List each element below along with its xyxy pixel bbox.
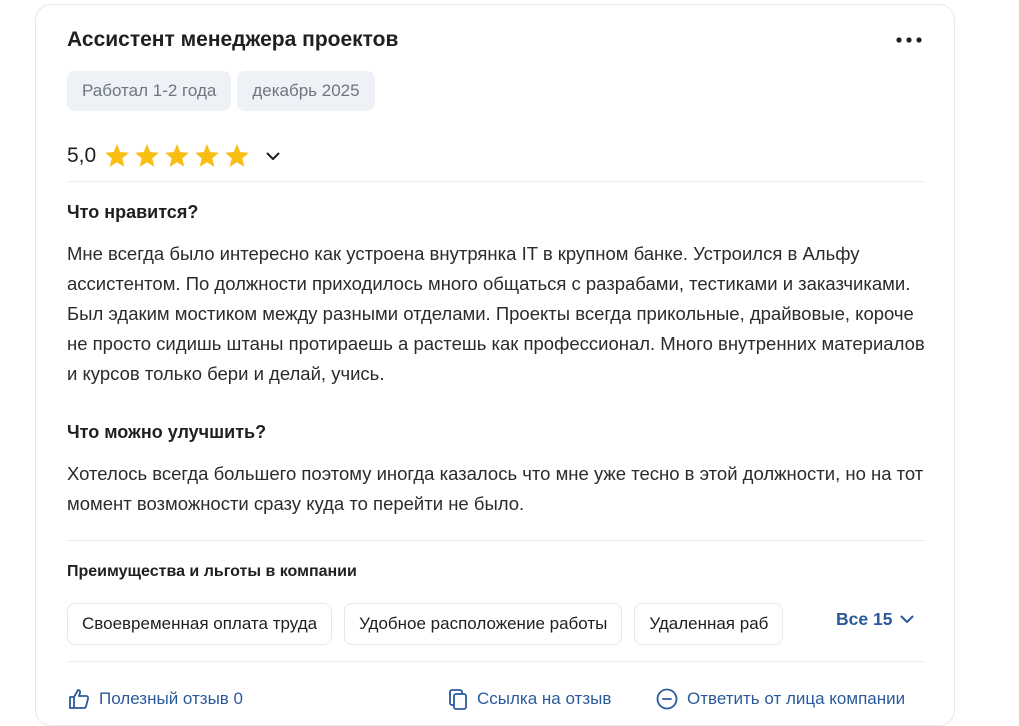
benefit-chip: Своевременная оплата труда	[67, 603, 333, 645]
show-all-label: Все 15	[836, 609, 893, 629]
rating-row: 5,0	[67, 141, 284, 171]
divider	[67, 661, 925, 662]
cons-text: Хотелось всегда большего поэтому иногда …	[67, 463, 924, 514]
star-icon	[195, 144, 220, 167]
star-icon	[135, 144, 160, 167]
chevron-down-icon	[900, 615, 914, 623]
divider	[67, 181, 925, 182]
cons-heading: Что можно улучшить?	[67, 422, 267, 442]
review-meta: Работал 1-2 года декабрь 2025	[67, 71, 375, 111]
benefit-chip: Удобное расположение работы	[344, 603, 623, 645]
pros-text: Мне всегда было интересно как устроена в…	[67, 243, 925, 384]
experience-badge: Работал 1-2 года	[67, 71, 232, 111]
star-icon	[165, 144, 190, 167]
review-actions: Полезный отзыв 0 Ссылка на отзыв Ответит…	[67, 685, 925, 715]
reply-as-company-label: Ответить от лица компании	[687, 689, 906, 708]
link-icon	[449, 689, 467, 710]
star-icon	[225, 144, 250, 167]
useful-review-label: Полезный отзыв 0	[99, 689, 244, 708]
more-dots-icon	[896, 37, 922, 43]
reply-as-company-button[interactable]: Ответить от лица компании	[655, 687, 905, 711]
copy-link-label: Ссылка на отзыв	[477, 689, 612, 708]
benefit-chip: Удаленная раб	[634, 603, 784, 645]
chat-icon	[656, 688, 678, 710]
divider	[67, 540, 925, 541]
thumbs-up-icon	[69, 689, 90, 709]
review-title: Ассистент менеджера проектов	[67, 28, 399, 51]
show-all-benefits-button[interactable]: Все 15	[836, 609, 914, 630]
copy-link-button[interactable]: Ссылка на отзыв	[445, 687, 611, 711]
useful-review-button[interactable]: Полезный отзыв 0	[67, 687, 243, 711]
rating-stars	[102, 141, 252, 171]
rating-details-toggle[interactable]	[262, 145, 284, 167]
date-badge: декабрь 2025	[237, 71, 375, 111]
benefits-list: Своевременная оплата труда Удобное распо…	[67, 603, 827, 645]
star-icon	[105, 144, 130, 167]
benefits-heading: Преимущества и льготы в компании	[67, 563, 357, 580]
pros-heading: Что нравится?	[67, 202, 199, 222]
rating-value: 5,0	[67, 144, 97, 167]
review-card: Ассистент менеджера проектов Работал 1-2…	[35, 4, 955, 726]
more-options-button[interactable]	[894, 31, 924, 49]
chevron-down-icon	[266, 152, 280, 160]
